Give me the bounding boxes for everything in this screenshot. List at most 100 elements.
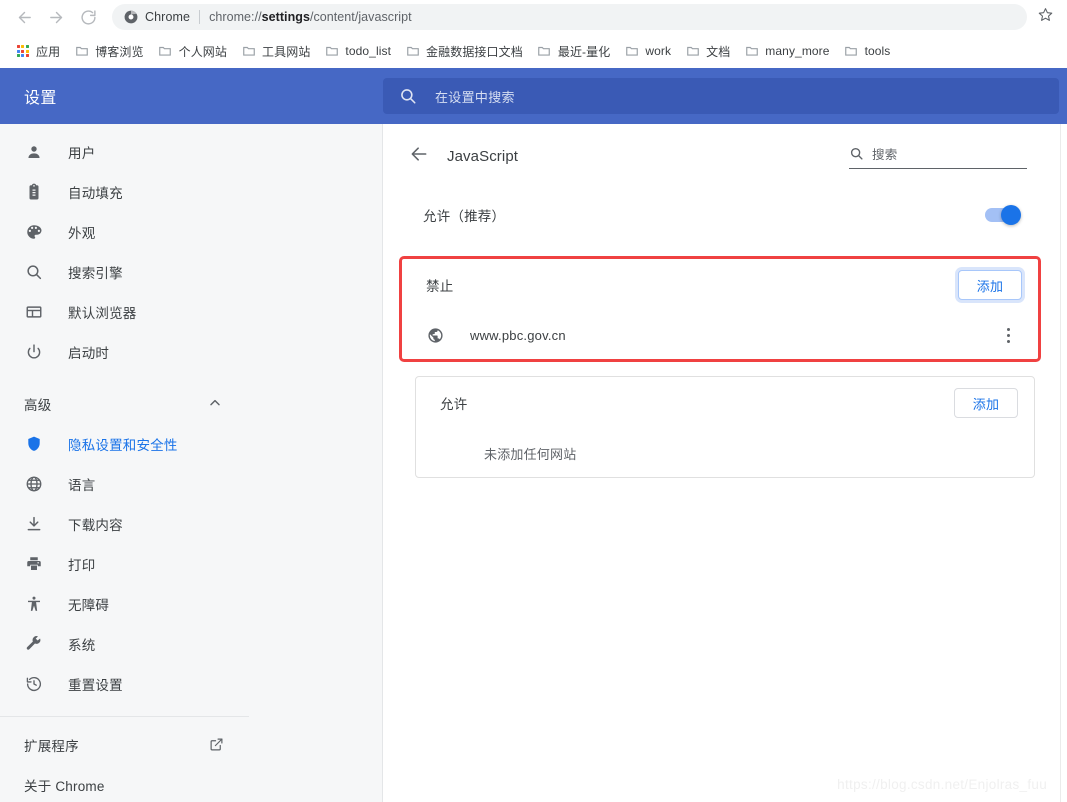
allow-section-label: 允许 (440, 397, 468, 412)
folder-icon (744, 44, 759, 59)
bookmarks-bar: 应用 博客浏览 个人网站 工具网站 todo_list 金融数据接口文档 最近-… (0, 34, 1067, 68)
browser-window-icon (24, 302, 44, 322)
toggle-label: 允许（推荐） (423, 209, 506, 224)
sidebar-item-label: 自动填充 (68, 186, 123, 201)
folder-icon (324, 44, 339, 59)
folder-icon (537, 44, 552, 59)
sidebar-item-default-browser[interactable]: 默认浏览器 (0, 292, 249, 332)
settings-main-pane: JavaScript 搜索 允许（推荐） 禁止 添加 www.pbc.gov.c… (383, 124, 1067, 802)
chrome-logo-icon (124, 10, 138, 24)
folder-icon (624, 44, 639, 59)
bookmark-apps[interactable]: 应用 (8, 39, 67, 63)
sidebar-item-printing[interactable]: 打印 (0, 544, 249, 584)
sidebar-item-label: 语言 (68, 478, 96, 493)
sidebar-item-people[interactable]: 用户 (0, 132, 249, 172)
bookmark-folder-6[interactable]: 最近-量化 (530, 39, 618, 63)
sidebar-item-reset-settings[interactable]: 重置设置 (0, 664, 249, 704)
sidebar-item-downloads[interactable]: 下载内容 (0, 504, 249, 544)
palette-icon (24, 222, 44, 242)
sidebar-item-label: 默认浏览器 (68, 306, 137, 321)
sidebar-item-autofill[interactable]: 自动填充 (0, 172, 249, 212)
omnibox-separator (199, 10, 201, 24)
power-icon (24, 342, 44, 362)
blocked-site-row[interactable]: www.pbc.gov.cn (402, 311, 1038, 359)
bookmark-folder-4[interactable]: todo_list (317, 39, 398, 63)
sidebar-item-label: 系统 (68, 638, 96, 653)
allow-section-card: 允许 添加 未添加任何网站 (415, 376, 1035, 478)
bookmark-folder-8[interactable]: 文档 (678, 39, 737, 63)
bookmark-folder-1[interactable]: 博客浏览 (67, 39, 150, 63)
sidebar-item-on-startup[interactable]: 启动时 (0, 332, 249, 372)
clipboard-icon (24, 182, 44, 202)
sidebar-item-extensions[interactable]: 扩展程序 (0, 725, 249, 765)
block-section-header: 禁止 添加 (402, 259, 1038, 311)
sidebar-item-label: 搜索引擎 (68, 266, 123, 281)
sidebar-item-accessibility[interactable]: 无障碍 (0, 584, 249, 624)
search-icon (399, 87, 417, 105)
forward-button[interactable] (42, 3, 70, 31)
wrench-icon (24, 634, 44, 654)
toggle-knob (1001, 205, 1021, 225)
printer-icon (24, 554, 44, 574)
sidebar-item-label: 扩展程序 (24, 739, 79, 754)
blocked-site-url: www.pbc.gov.cn (470, 327, 566, 343)
search-icon (849, 146, 864, 161)
reload-button[interactable] (74, 3, 102, 31)
sidebar-section-advanced[interactable]: 高级 (0, 384, 249, 424)
bookmark-folder-2[interactable]: 个人网站 (151, 39, 234, 63)
folder-icon (844, 44, 859, 59)
arrow-forward-icon (48, 9, 65, 26)
bookmark-label: 应用 (36, 44, 61, 59)
subpage-search-input[interactable]: 搜索 (849, 144, 1027, 169)
block-section-label: 禁止 (426, 279, 454, 294)
apps-grid-icon (15, 44, 30, 59)
bookmark-label: 最近-量化 (557, 44, 611, 59)
search-icon (24, 262, 44, 282)
bookmark-folder-9[interactable]: many_more (737, 39, 836, 63)
sidebar-item-label: 无障碍 (68, 598, 110, 613)
subpage-header: JavaScript 搜索 (391, 124, 1043, 188)
subpage-back-button[interactable] (407, 144, 431, 168)
page-title: JavaScript (447, 147, 519, 165)
folder-icon (405, 44, 420, 59)
more-vertical-icon[interactable] (996, 323, 1020, 347)
bookmark-folder-5[interactable]: 金融数据接口文档 (398, 39, 530, 63)
sidebar-item-about-chrome[interactable]: 关于 Chrome (0, 765, 249, 802)
watermark: https://blog.csdn.net/Enjolras_fuu (837, 777, 1047, 792)
browser-chrome: Chrome chrome://settings/content/javascr… (0, 0, 1067, 68)
sidebar-item-label: 下载内容 (68, 518, 123, 533)
sidebar-item-languages[interactable]: 语言 (0, 464, 249, 504)
history-restore-icon (24, 674, 44, 694)
allow-section-header: 允许 添加 (416, 377, 1034, 429)
person-icon (24, 142, 44, 162)
allow-add-button[interactable]: 添加 (954, 388, 1018, 418)
allow-empty-state: 未添加任何网站 (416, 429, 1034, 477)
settings-search-input[interactable]: 在设置中搜索 (383, 78, 1059, 114)
block-section-card: 禁止 添加 www.pbc.gov.cn (399, 256, 1041, 362)
bookmark-folder-3[interactable]: 工具网站 (234, 39, 317, 63)
bookmark-star-button[interactable] (1033, 5, 1057, 29)
settings-header: 设置 在设置中搜索 (0, 68, 1067, 124)
subpage-search-placeholder: 搜索 (872, 147, 898, 162)
star-icon (1038, 7, 1053, 27)
sidebar-item-search-engine[interactable]: 搜索引擎 (0, 252, 249, 292)
sidebar-item-label: 用户 (68, 146, 96, 161)
chevron-up-icon (207, 395, 225, 413)
block-add-button[interactable]: 添加 (958, 270, 1022, 300)
sidebar-nav-list: 用户 自动填充 外观 搜索引擎 默认浏览器 启动时 高级 隐私设置和安全性 语言… (0, 132, 249, 802)
download-icon (24, 514, 44, 534)
javascript-allow-toggle-row[interactable]: 允许（推荐） (391, 188, 1043, 242)
main-scrollbar[interactable] (1060, 124, 1067, 802)
settings-search-placeholder: 在设置中搜索 (435, 89, 515, 105)
sidebar-item-system[interactable]: 系统 (0, 624, 249, 664)
bookmark-label: 工具网站 (262, 44, 311, 59)
bookmark-folder-10[interactable]: tools (837, 39, 898, 63)
address-bar[interactable]: Chrome chrome://settings/content/javascr… (112, 4, 1027, 30)
sidebar-item-privacy-security[interactable]: 隐私设置和安全性 (0, 424, 249, 464)
back-button[interactable] (10, 3, 38, 31)
accessibility-icon (24, 594, 44, 614)
folder-icon (241, 44, 256, 59)
sidebar-item-appearance[interactable]: 外观 (0, 212, 249, 252)
bookmark-folder-7[interactable]: work (617, 39, 678, 63)
javascript-allow-toggle[interactable] (985, 205, 1021, 225)
